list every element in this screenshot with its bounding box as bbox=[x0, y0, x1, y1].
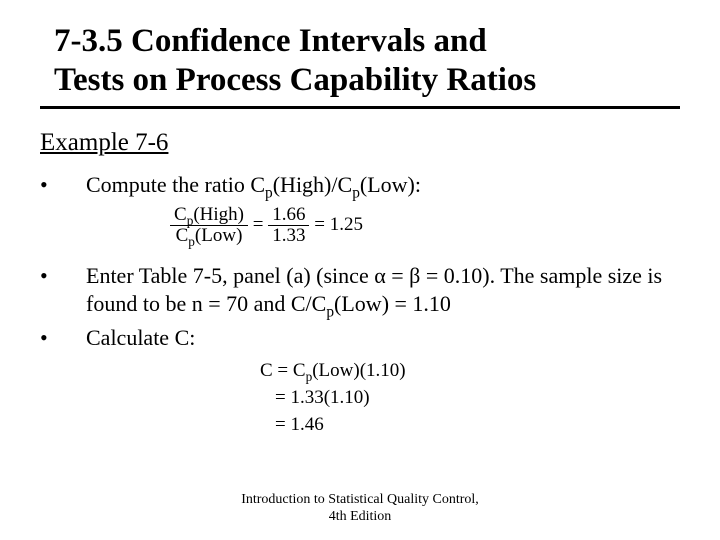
slide-title: 7-3.5 Confidence Intervals and Tests on … bbox=[54, 22, 680, 100]
footer-line-2: 4th Edition bbox=[329, 509, 392, 524]
equation-2: C = Cp(Low)(1.10) = 1.33(1.10) = 1.46 bbox=[260, 358, 680, 438]
list-item: • Calculate C: bbox=[40, 324, 680, 352]
bullet-icon: • bbox=[40, 171, 86, 199]
example-heading: Example 7-6 bbox=[40, 129, 680, 157]
bullet-2-text: Enter Table 7-5, panel (a) (since α = β … bbox=[86, 262, 680, 318]
slide: 7-3.5 Confidence Intervals and Tests on … bbox=[0, 0, 720, 540]
fraction-left: Cp(High) Cp(Low) bbox=[170, 205, 248, 246]
fraction-right: 1.66 1.33 bbox=[268, 205, 309, 246]
bullet-list: • Compute the ratio Cp(High)/Cp(Low): bbox=[40, 171, 680, 199]
footer: Introduction to Statistical Quality Cont… bbox=[0, 492, 720, 526]
title-line-1: 7-3.5 Confidence Intervals and bbox=[54, 23, 487, 59]
bullet-1-text: Compute the ratio Cp(High)/Cp(Low): bbox=[86, 171, 680, 199]
equation-1: Cp(High) Cp(Low) = 1.66 1.33 = 1.25 bbox=[170, 205, 680, 246]
title-rule bbox=[40, 106, 680, 109]
footer-line-1: Introduction to Statistical Quality Cont… bbox=[241, 492, 479, 507]
title-line-2: Tests on Process Capability Ratios bbox=[54, 62, 536, 98]
bullet-3-text: Calculate C: bbox=[86, 324, 680, 352]
bullet-icon: • bbox=[40, 324, 86, 352]
list-item: • Compute the ratio Cp(High)/Cp(Low): bbox=[40, 171, 680, 199]
bullet-list-2: • Enter Table 7-5, panel (a) (since α = … bbox=[40, 262, 680, 352]
list-item: • Enter Table 7-5, panel (a) (since α = … bbox=[40, 262, 680, 318]
bullet-icon: • bbox=[40, 262, 86, 318]
